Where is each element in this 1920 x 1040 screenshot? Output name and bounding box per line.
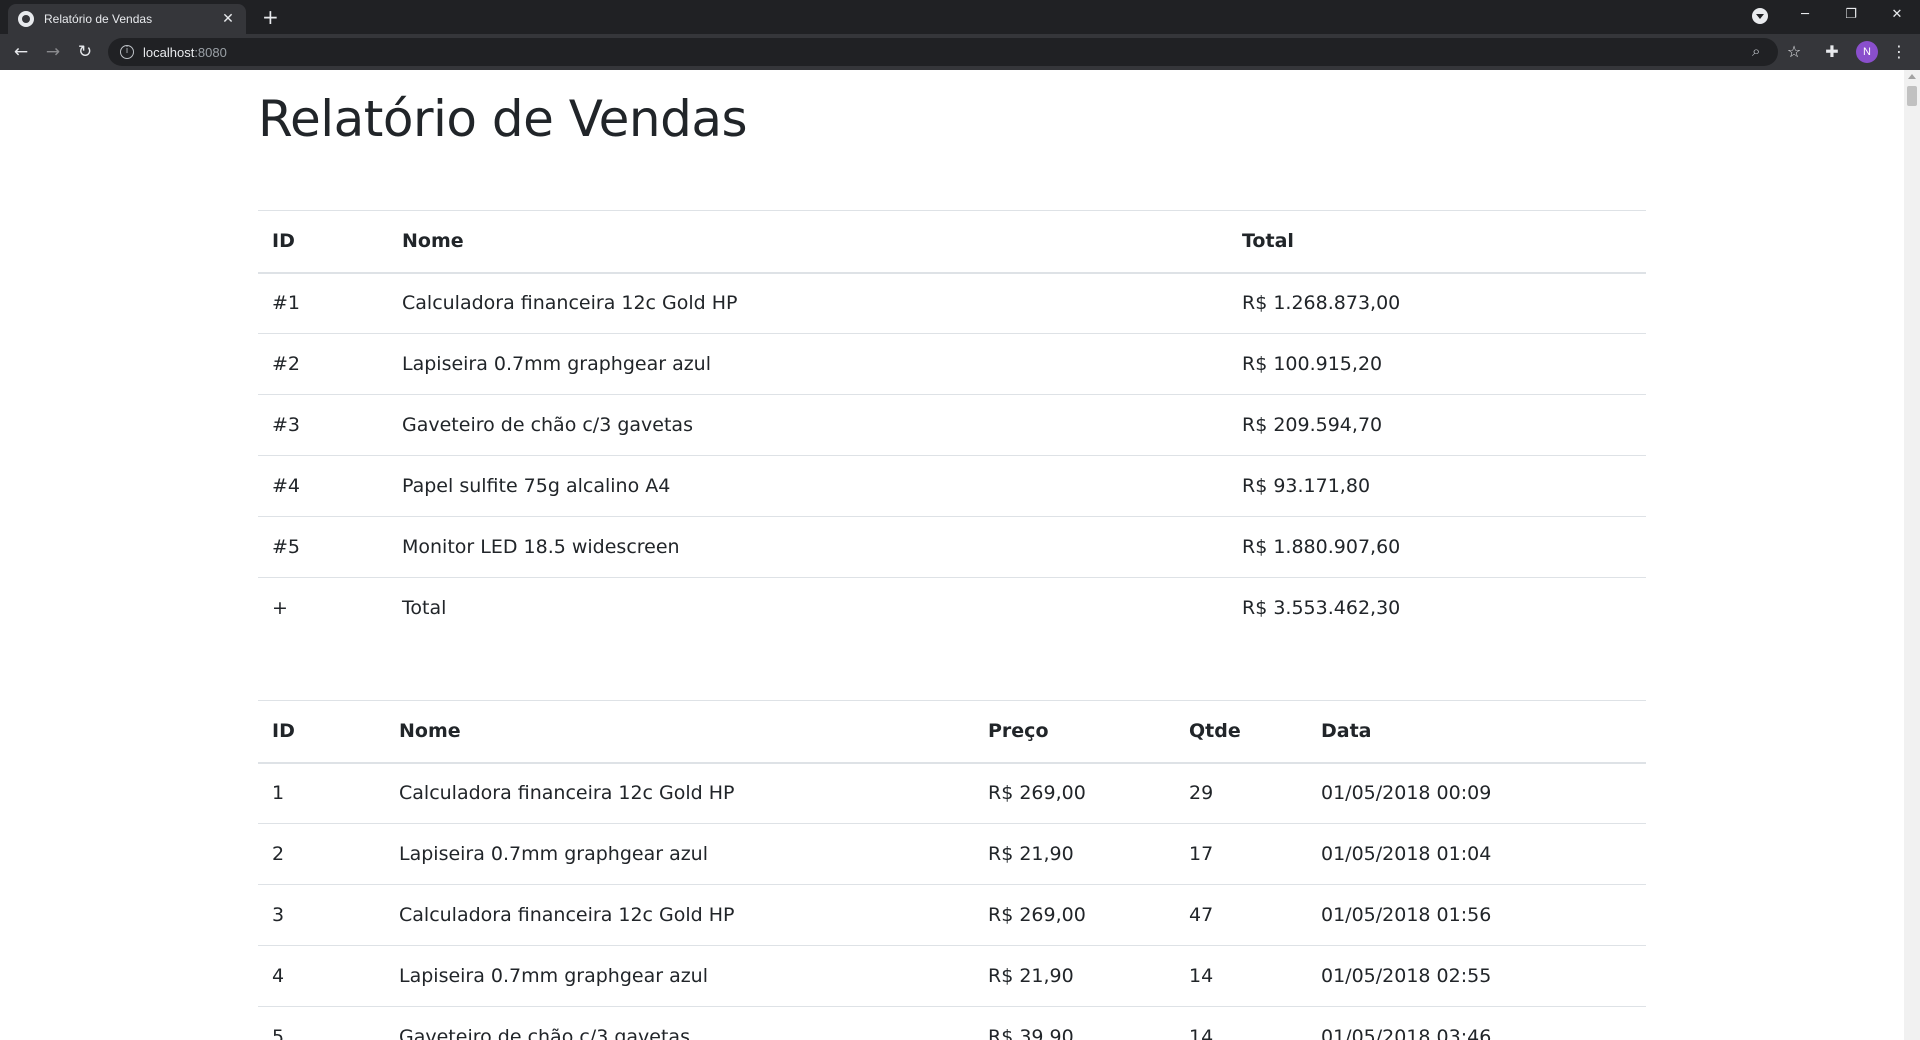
- cell-id: #4: [258, 455, 388, 517]
- cell-name: Monitor LED 18.5 widescreen: [388, 516, 1228, 578]
- cell-qty: 14: [1175, 1006, 1307, 1040]
- sales-table: ID Nome Preço Qtde Data 1 Calculadora fi…: [258, 700, 1646, 1040]
- table-row: 3 Calculadora financeira 12c Gold HP R$ …: [258, 884, 1646, 946]
- column-header-name: Nome: [388, 210, 1228, 274]
- tab-title: Relatório de Vendas: [44, 12, 153, 26]
- cell-name: Lapiseira 0.7mm graphgear azul: [385, 823, 974, 885]
- vertical-scrollbar[interactable]: [1904, 70, 1920, 1040]
- browser-tab[interactable]: Relatório de Vendas ✕: [8, 4, 246, 34]
- cell-price: R$ 21,90: [974, 823, 1175, 885]
- back-icon[interactable]: ←: [9, 40, 33, 64]
- bookmark-star-icon[interactable]: ☆: [1782, 40, 1806, 64]
- cell-name: Calculadora financeira 12c Gold HP: [399, 782, 735, 805]
- cell-name: Total: [388, 577, 1228, 639]
- cell-price: R$ 21,90: [974, 945, 1175, 1007]
- cell-total: R$ 1.268.873,00: [1242, 292, 1401, 315]
- cell-name: Papel sulfite 75g alcalino A4: [388, 455, 1228, 517]
- cell-price: R$ 269,00: [988, 782, 1086, 805]
- site-info-icon[interactable]: i: [120, 45, 134, 59]
- cell-id: 5: [258, 1006, 385, 1040]
- globe-icon: [18, 11, 34, 27]
- table-row: #2 Lapiseira 0.7mm graphgear azul R$ 100…: [258, 333, 1646, 395]
- summary-header-row: ID Nome Total: [258, 210, 1646, 274]
- cell-qty: 17: [1175, 823, 1307, 885]
- restore-button[interactable]: ❐: [1828, 0, 1874, 30]
- cell-name: Calculadora financeira 12c Gold HP: [402, 292, 738, 315]
- cell-id: #1: [272, 292, 301, 315]
- cell-id: #3: [258, 394, 388, 456]
- cell-id: #2: [258, 333, 388, 395]
- scroll-up-arrow-icon[interactable]: [1908, 74, 1916, 79]
- minimize-button[interactable]: ─: [1782, 0, 1828, 30]
- cell-total: R$ 100.915,20: [1228, 333, 1646, 395]
- table-row: 1 Calculadora financeira 12c Gold HP R$ …: [258, 763, 1646, 824]
- cell-name: Lapiseira 0.7mm graphgear azul: [388, 333, 1228, 395]
- browser-tab-bar: Relatório de Vendas ✕ + ─ ❐ ✕: [0, 0, 1920, 34]
- page-viewport: Relatório de Vendas ID Nome Total #1 Cal…: [0, 70, 1904, 1040]
- column-header-qty: Qtde: [1175, 700, 1307, 764]
- table-row: 5 Gaveteiro de chão c/3 gavetas R$ 39,90…: [258, 1006, 1646, 1040]
- table-row: #5 Monitor LED 18.5 widescreen R$ 1.880.…: [258, 516, 1646, 578]
- total-row: + Total R$ 3.553.462,30: [258, 577, 1646, 639]
- table-row: #1 Calculadora financeira 12c Gold HP R$…: [258, 273, 1646, 334]
- cell-price: R$ 39,90: [974, 1006, 1175, 1040]
- cell-qty: 47: [1175, 884, 1307, 946]
- reload-icon[interactable]: ↻: [73, 40, 97, 64]
- column-header-total: Total: [1228, 210, 1646, 274]
- cell-qty: 29: [1189, 782, 1214, 805]
- close-tab-icon[interactable]: ✕: [220, 11, 236, 27]
- column-header-id: ID: [258, 700, 385, 764]
- table-row: #4 Papel sulfite 75g alcalino A4 R$ 93.1…: [258, 455, 1646, 517]
- cell-name: Lapiseira 0.7mm graphgear azul: [385, 945, 974, 1007]
- cell-total: R$ 209.594,70: [1228, 394, 1646, 456]
- cell-name: Gaveteiro de chão c/3 gavetas: [388, 394, 1228, 456]
- page-title: Relatório de Vendas: [258, 90, 748, 148]
- address-bar[interactable]: i localhost:8080 ⌕: [108, 38, 1778, 66]
- column-header-date: Data: [1307, 700, 1646, 764]
- cell-id: 3: [258, 884, 385, 946]
- table-row: 2 Lapiseira 0.7mm graphgear azul R$ 21,9…: [258, 823, 1646, 885]
- cell-total: R$ 93.171,80: [1228, 455, 1646, 517]
- cell-price: R$ 269,00: [974, 884, 1175, 946]
- close-window-button[interactable]: ✕: [1874, 0, 1920, 30]
- cell-name: Gaveteiro de chão c/3 gavetas: [385, 1006, 974, 1040]
- sales-header-row: ID Nome Preço Qtde Data: [258, 700, 1646, 764]
- tab-search-icon[interactable]: [1752, 8, 1768, 24]
- new-tab-button[interactable]: +: [262, 6, 279, 28]
- column-header-id: ID: [258, 210, 388, 274]
- browser-toolbar: ← → ↻ i localhost:8080 ⌕ ☆ ✚ N ⋮: [0, 34, 1920, 70]
- cell-date: 01/05/2018 01:56: [1307, 884, 1646, 946]
- profile-avatar[interactable]: N: [1856, 41, 1878, 63]
- cell-name: Calculadora financeira 12c Gold HP: [385, 884, 974, 946]
- table-row: #3 Gaveteiro de chão c/3 gavetas R$ 209.…: [258, 394, 1646, 456]
- zoom-icon[interactable]: ⌕: [1752, 42, 1760, 60]
- cell-id: 4: [258, 945, 385, 1007]
- cell-id: 1: [272, 782, 285, 805]
- scrollbar-thumb[interactable]: [1907, 86, 1917, 106]
- cell-date: 01/05/2018 02:55: [1307, 945, 1646, 1007]
- cell-date: 01/05/2018 00:09: [1321, 782, 1492, 805]
- menu-icon[interactable]: ⋮: [1887, 40, 1911, 64]
- cell-id: +: [258, 577, 388, 639]
- cell-total: R$ 3.553.462,30: [1228, 577, 1646, 639]
- forward-icon[interactable]: →: [41, 40, 65, 64]
- table-row: 4 Lapiseira 0.7mm graphgear azul R$ 21,9…: [258, 945, 1646, 1007]
- cell-date: 01/05/2018 01:04: [1307, 823, 1646, 885]
- column-header-price: Preço: [974, 700, 1175, 764]
- column-header-name: Nome: [385, 700, 974, 764]
- cell-qty: 14: [1175, 945, 1307, 1007]
- cell-id: 2: [258, 823, 385, 885]
- extensions-icon[interactable]: ✚: [1820, 40, 1844, 64]
- cell-date: 01/05/2018 03:46: [1307, 1006, 1646, 1040]
- cell-id: #5: [258, 516, 388, 578]
- url-text[interactable]: localhost:8080: [143, 45, 227, 60]
- summary-table: ID Nome Total #1 Calculadora financeira …: [258, 210, 1646, 639]
- cell-total: R$ 1.880.907,60: [1228, 516, 1646, 578]
